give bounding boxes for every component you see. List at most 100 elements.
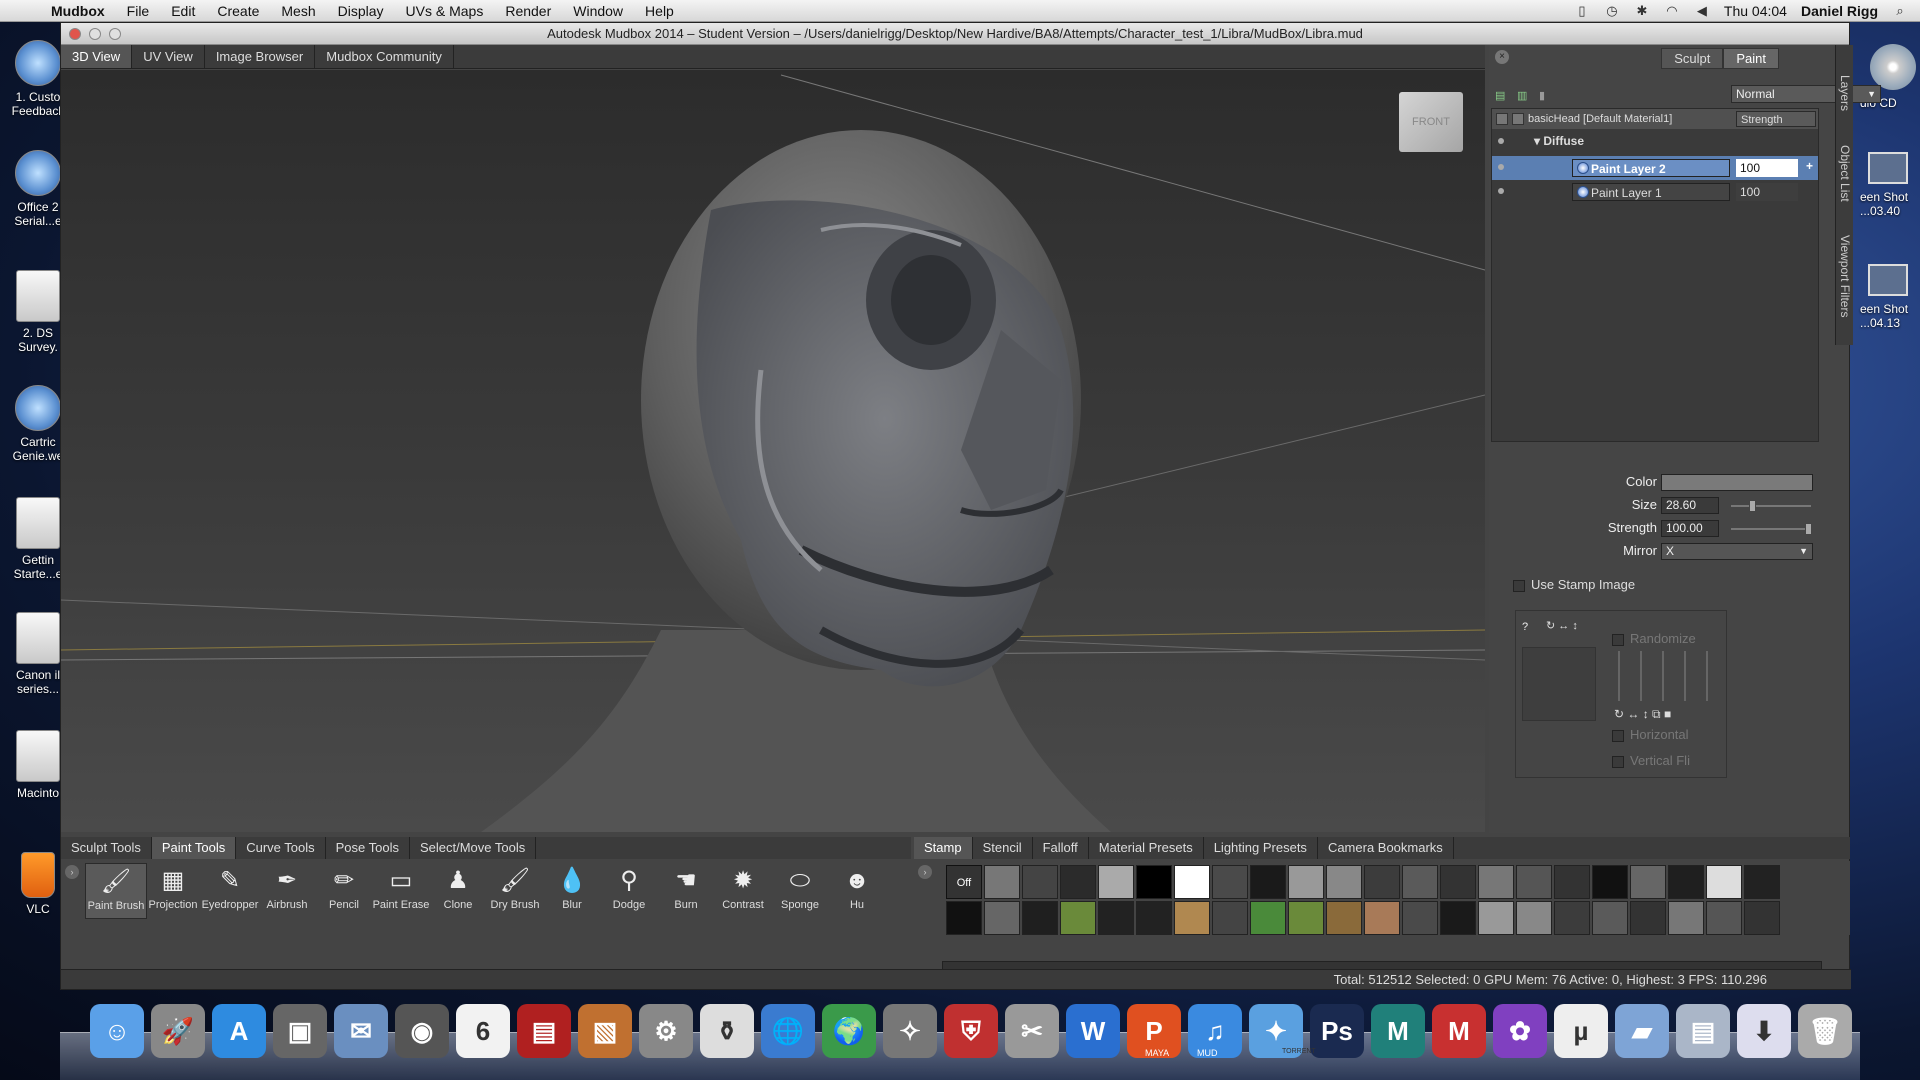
tab-pose-tools[interactable]: Pose Tools [326, 837, 410, 859]
stamp-swatch[interactable] [1212, 901, 1248, 935]
utilities-icon[interactable]: ✂ [1005, 1004, 1059, 1058]
facetime-icon[interactable]: ◉ [395, 1004, 449, 1058]
stamp-swatch[interactable] [1060, 901, 1096, 935]
tool-pencil[interactable]: ✏ Pencil [313, 863, 375, 919]
tab-image-browser[interactable]: Image Browser [205, 45, 316, 68]
photo-booth-icon[interactable]: ▣ [273, 1004, 327, 1058]
use-stamp-checkbox[interactable] [1513, 579, 1525, 592]
desktop-icon[interactable]: Office 2 Serial...e [8, 150, 68, 228]
menu-create[interactable]: Create [206, 3, 270, 19]
stamp-swatch[interactable] [1516, 901, 1552, 935]
stamp-transform-icons[interactable]: ↻ ↔ ↕ ⧉ ■ [1614, 707, 1671, 722]
calendar-icon[interactable]: 6 [456, 1004, 510, 1058]
visibility-dot-icon[interactable] [1498, 188, 1504, 194]
stamp-swatch[interactable] [1668, 865, 1704, 899]
app-store-icon[interactable]: A [212, 1004, 266, 1058]
tool-contrast[interactable]: ✹ Contrast [712, 863, 774, 919]
stamp-swatch[interactable] [1744, 901, 1780, 935]
tab-uv-view[interactable]: UV View [132, 45, 205, 68]
mirror-select[interactable]: X ▼ [1661, 543, 1813, 560]
3d-viewport[interactable]: FRONT [61, 70, 1485, 832]
spotlight-search-icon[interactable]: ⌕ [1892, 3, 1908, 18]
stamp-swatch[interactable] [1630, 865, 1666, 899]
layer-row[interactable]: Paint Layer 1 100 [1492, 180, 1818, 204]
bluetooth-icon[interactable]: ✱ [1634, 3, 1650, 18]
desktop-icon[interactable]: 1. Custo Feedback [8, 40, 68, 118]
stamp-help-icon[interactable]: ? [1522, 621, 1528, 633]
vial-icon[interactable]: ⚱ [700, 1004, 754, 1058]
layer-strength-field[interactable]: 100 [1736, 159, 1798, 177]
maya-icon[interactable]: M [1371, 1004, 1425, 1058]
launchpad-icon[interactable]: 🚀 [151, 1004, 205, 1058]
stamp-swatch[interactable] [984, 865, 1020, 899]
menu-display[interactable]: Display [327, 3, 395, 19]
paint-icon[interactable]: ✿ [1493, 1004, 1547, 1058]
stamp-swatch[interactable] [1174, 901, 1210, 935]
paint-layers-button[interactable]: Paint [1723, 47, 1779, 69]
system-preferences-icon[interactable]: ⚙ [639, 1004, 693, 1058]
menu-file[interactable]: File [116, 3, 161, 19]
stamp-swatch[interactable] [1326, 901, 1362, 935]
stamp-swatch[interactable] [984, 901, 1020, 935]
viewcube-widget[interactable]: FRONT [1399, 92, 1463, 152]
stamp-swatch[interactable] [1212, 865, 1248, 899]
stamp-swatch[interactable] [1288, 901, 1324, 935]
vertical-flip-checkbox[interactable] [1612, 755, 1624, 768]
tool-paint-brush[interactable]: 🖌 Paint Brush [85, 863, 147, 919]
strength-slider[interactable] [1731, 523, 1812, 535]
stamp-swatch[interactable] [1516, 865, 1552, 899]
tab-curve-tools[interactable]: Curve Tools [236, 837, 326, 859]
desktop-icon[interactable]: een Shot ...04.13 [1860, 264, 1920, 330]
stamp-swatch[interactable] [1554, 865, 1590, 899]
tray-options-icon[interactable]: › [65, 865, 79, 879]
stamp-swatch[interactable] [1478, 901, 1514, 935]
applications-folder-icon[interactable]: ▰ [1615, 1004, 1669, 1058]
tool-paint-erase[interactable]: ▭ Paint Erase [370, 863, 432, 919]
slider-knob[interactable] [1749, 500, 1756, 512]
randomize-row[interactable]: Randomize [1612, 631, 1696, 646]
stamp-swatch[interactable] [1402, 901, 1438, 935]
shield-icon[interactable]: ⛨ [944, 1004, 998, 1058]
stamp-swatch[interactable] [1440, 901, 1476, 935]
stamp-swatch[interactable] [946, 901, 982, 935]
stamp-swatch[interactable] [1478, 865, 1514, 899]
desktop-icon[interactable]: VLC [8, 852, 68, 916]
close-window-button[interactable] [69, 28, 81, 40]
stamp-swatch[interactable] [1706, 901, 1742, 935]
horizontal-flip-checkbox[interactable] [1612, 729, 1624, 742]
delete-layer-icon[interactable]: ▮ [1539, 89, 1551, 102]
add-icon[interactable]: + [1806, 159, 1813, 173]
tool-projection[interactable]: ▦ Projection [142, 863, 204, 919]
tray-options-icon[interactable]: › [918, 865, 932, 879]
tool-hu[interactable]: ☻ Hu [826, 863, 888, 919]
utorrent-icon[interactable]: µ [1554, 1004, 1608, 1058]
tool-burn[interactable]: ☚ Burn [655, 863, 717, 919]
channel-row[interactable]: ▾ Diffuse [1492, 130, 1818, 154]
tab-mudbox-community[interactable]: Mudbox Community [315, 45, 454, 68]
randomize-checkbox[interactable] [1612, 633, 1624, 646]
stamp-swatch[interactable] [1744, 865, 1780, 899]
stamp-swatch[interactable] [1592, 901, 1628, 935]
finder-icon[interactable]: ☺ [90, 1004, 144, 1058]
stamp-swatch[interactable] [1060, 865, 1096, 899]
stamp-swatch[interactable] [1136, 901, 1172, 935]
stamp-swatch[interactable] [1706, 865, 1742, 899]
stamp-swatch[interactable] [1022, 901, 1058, 935]
trash-icon[interactable]: 🗑 [1798, 1004, 1852, 1058]
stamp-swatch[interactable] [1250, 865, 1286, 899]
randomize-sliders[interactable] [1612, 651, 1712, 703]
tool-dry-brush[interactable]: 🖌 Dry Brush [484, 863, 546, 919]
tab-camera-bookmarks[interactable]: Camera Bookmarks [1318, 837, 1454, 859]
network-icon[interactable]: 🌐 [761, 1004, 815, 1058]
stamp-swatch[interactable] [1554, 901, 1590, 935]
size-slider[interactable] [1731, 500, 1811, 512]
stamp-swatch[interactable] [1022, 865, 1058, 899]
satellite-icon[interactable]: ✧ [883, 1004, 937, 1058]
horizontal-row[interactable]: Horizontal [1612, 727, 1689, 742]
slider-knob[interactable] [1805, 523, 1812, 535]
tab-sculpt-tools[interactable]: Sculpt Tools [61, 837, 152, 859]
menubar-clock[interactable]: Thu 04:04 [1724, 3, 1787, 19]
tab-paint-tools[interactable]: Paint Tools [151, 837, 237, 859]
desktop-icon[interactable]: Canon il series... [8, 612, 68, 696]
visibility-eye-icon[interactable] [1496, 113, 1508, 125]
